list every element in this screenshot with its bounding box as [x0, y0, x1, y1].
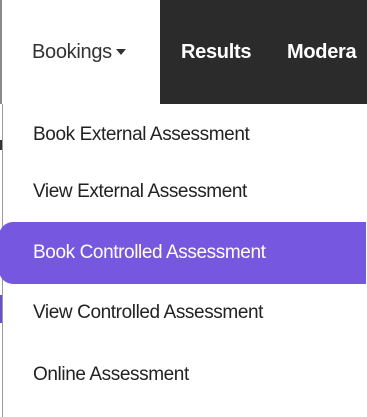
caret-down-icon: [115, 48, 126, 55]
nav-bookings-dropdown-toggle[interactable]: Bookings: [0, 0, 160, 104]
menu-item-label: View Controlled Assessment: [33, 302, 264, 323]
nav-moderation-label: Modera: [287, 41, 357, 63]
menu-item-book-controlled-assessment[interactable]: Book Controlled Assessment: [0, 222, 366, 284]
app-frame: Bookings Results Modera Book External As…: [0, 0, 367, 417]
bookings-dropdown-menu: Book External Assessment View External A…: [0, 104, 367, 417]
menu-item-label: Book External Assessment: [33, 124, 250, 145]
menu-item-label: Online Assessment: [33, 364, 189, 385]
menu-item-book-external-assessment[interactable]: Book External Assessment: [3, 104, 366, 166]
nav-results-label: Results: [181, 41, 252, 63]
menu-item-online-assessment[interactable]: Online Assessment: [3, 344, 366, 406]
menu-item-view-external-assessment[interactable]: View External Assessment: [3, 161, 366, 223]
menu-item-view-controlled-assessment[interactable]: View Controlled Assessment: [3, 282, 366, 344]
menu-item-label: View External Assessment: [33, 181, 247, 202]
top-navbar: Bookings Results Modera: [0, 0, 367, 104]
nav-bookings-label: Bookings: [32, 41, 112, 63]
nav-moderation[interactable]: Modera: [287, 0, 357, 104]
menu-item-label: Book Controlled Assessment: [33, 242, 266, 263]
nav-results[interactable]: Results: [181, 0, 251, 104]
